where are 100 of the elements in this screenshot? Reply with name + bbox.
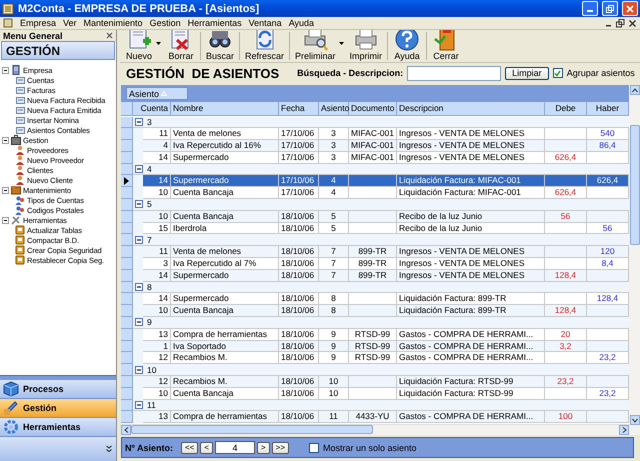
toolbar-button[interactable]: Refrescar — [242, 30, 288, 62]
table-row[interactable]: 10 Cuenta Bancaja 17/10/06 4 Liquidación Factura: MIFAC-001 626,4 — [143, 187, 629, 200]
group-row[interactable]: 10 — [133, 364, 629, 376]
menu-item[interactable]: Empresa — [20, 18, 56, 28]
minimize-button[interactable] — [582, 1, 598, 16]
close-button[interactable] — [622, 1, 638, 16]
toolbar-button[interactable]: Borrar — [164, 30, 198, 62]
table-row[interactable]: 3 Iva Repercutido al 7% 18/10/06 7 899-TR Ingresos - VENTA DE MELONES 8,4 — [143, 258, 629, 270]
table-row[interactable]: 11 Venta de melones 17/10/06 3 MIFAC-001 Ingresos - VENTA DE MELONES 540 — [143, 128, 629, 140]
collapse-toggle[interactable] — [135, 200, 143, 208]
nav-button[interactable]: Herramientas — [0, 418, 116, 437]
group-row[interactable]: 9 — [133, 317, 629, 329]
group-indent — [133, 411, 143, 424]
scroll-up-icon[interactable] — [630, 85, 640, 95]
collapse-toggle[interactable] — [135, 366, 143, 374]
nav-button[interactable]: Gestión — [0, 399, 116, 418]
table-cell: 11 — [319, 411, 349, 424]
checkbox[interactable] — [552, 68, 563, 78]
group-row[interactable]: 5 — [133, 199, 629, 211]
table-row[interactable]: 10 Cuenta Bancaja 18/10/06 8 Liquidación Factura: 899-TR 128,4 — [143, 305, 629, 318]
table-row[interactable]: 14 Supermercado 17/10/06 4 Liquidación Factura: MIFAC-001 626,4 — [143, 175, 629, 188]
search-field[interactable] — [407, 66, 502, 80]
column-header[interactable]: Cuenta — [133, 102, 171, 116]
nav-button[interactable]: << — [180, 442, 198, 454]
nav-button[interactable]: >> — [272, 442, 289, 454]
nav-button[interactable]: Procesos — [0, 380, 116, 399]
collapse-toggle[interactable] — [135, 118, 143, 126]
field-label: Nº Asiento: — [125, 442, 173, 452]
table-cell: 4433-YU — [349, 411, 397, 424]
collapse-toggle[interactable] — [135, 165, 143, 174]
menu-item[interactable]: Gestion — [150, 18, 181, 28]
menu-item[interactable]: Ayuda — [288, 18, 314, 28]
menu-item[interactable]: Ver — [63, 18, 77, 28]
toolbar-button[interactable]: Ayuda — [390, 30, 424, 62]
group-indent — [133, 328, 143, 341]
nav-button[interactable]: > — [256, 442, 270, 454]
checkbox[interactable] — [308, 442, 319, 452]
column-header[interactable]: Debe — [545, 102, 587, 116]
collapse-toggle[interactable] — [2, 186, 9, 194]
dropdown-arrow-icon[interactable] — [338, 42, 347, 45]
collapse-toggle[interactable] — [2, 216, 9, 224]
restore-button[interactable] — [602, 1, 618, 16]
close-icon[interactable] — [106, 32, 113, 39]
table-row[interactable]: 10 Cuenta Bancaja 18/10/06 10 Liquidación Factura: RTSD-99 23,2 — [143, 388, 629, 400]
menu-item[interactable]: Herramientas — [188, 18, 242, 28]
table-row[interactable]: 1 Iva Soportado 18/10/06 9 RTSD-99 Gastos - COMPRA DE HERRAMI... 3,2 — [143, 340, 629, 352]
menu-item[interactable]: Ventana — [248, 18, 282, 28]
toolbar-button[interactable]: Buscar — [203, 30, 238, 62]
group-row[interactable]: 8 — [133, 282, 629, 294]
collapse-toggle[interactable] — [2, 66, 9, 74]
scrollbar-thumb[interactable] — [630, 125, 640, 245]
scroll-down-icon[interactable] — [630, 415, 640, 425]
checkbox-label: Agrupar asientos — [566, 68, 635, 78]
table-row[interactable]: 13 Compra de herramientas 18/10/06 11 4433-YU Gastos - COMPRA DE HERRAMI... 100 — [143, 411, 629, 424]
table-row[interactable]: 14 Supermercado 18/10/06 7 899-TR Ingresos - VENTA DE MELONES 128,4 — [143, 270, 629, 282]
group-row[interactable]: 7 — [133, 234, 629, 246]
clear-button[interactable]: Limpiar — [505, 66, 549, 80]
menu-item[interactable]: Mantenimiento — [84, 18, 143, 28]
close-icon[interactable] — [628, 18, 637, 28]
collapse-toggle[interactable] — [135, 236, 143, 244]
column-header[interactable]: Descripcion — [397, 102, 545, 116]
group-row[interactable]: 4 — [133, 164, 629, 176]
panel-title: Menu General — [3, 30, 63, 40]
toolbar-button[interactable]: Imprimir — [346, 30, 386, 62]
group-row[interactable]: 3 — [133, 116, 629, 128]
group-row[interactable]: 11 — [133, 400, 629, 412]
record-number-field[interactable]: 4 — [214, 441, 255, 454]
column-header[interactable]: Fecha — [279, 102, 319, 116]
column-header[interactable]: Documento — [349, 102, 397, 116]
table-row[interactable]: 14 Supermercado 17/10/06 3 MIFAC-001 Ingresos - VENTA DE MELONES 626,4 — [143, 152, 629, 164]
dropdown-arrow-icon[interactable] — [156, 42, 164, 45]
group-by-chip[interactable]: Asiento — [126, 87, 188, 100]
collapse-toggle[interactable] — [2, 136, 9, 144]
table-row[interactable]: 11 Venta de melones 18/10/06 7 899-TR Ingresos - VENTA DE MELONES 120 — [143, 246, 629, 258]
chevron-icon[interactable] — [106, 445, 112, 453]
scrollbar-thumb[interactable] — [131, 425, 373, 434]
toolbar-button[interactable]: Nuevo — [122, 30, 156, 62]
table-row[interactable]: 13 Compra de herramientas 18/10/06 9 RTSD-99 Gastos - COMPRA DE HERRAMI... 20 — [143, 328, 629, 341]
row-selector[interactable] — [121, 175, 133, 188]
table-row[interactable]: 14 Supermercado 18/10/06 8 Liquidación Factura: 899-TR 128,4 — [143, 293, 629, 306]
table-row[interactable]: 4 Iva Repercutido al 16% 17/10/06 3 MIFAC-001 Ingresos - VENTA DE MELONES 86,4 — [143, 140, 629, 152]
table-row[interactable]: 15 Iberdrola 18/10/06 5 Recibo de la luz Junio 56 — [143, 222, 629, 234]
collapse-toggle[interactable] — [135, 318, 143, 326]
table-row[interactable]: 10 Cuenta Bancaja 18/10/06 5 Recibo de la luz Junio 56 — [143, 210, 629, 223]
table-row[interactable]: 12 Recambios M. 18/10/06 10 Liquidación Factura: RTSD-99 23,2 — [143, 376, 629, 388]
section-header: GESTIÓN — [1, 41, 115, 60]
person-icon — [15, 175, 25, 185]
toolbar-button[interactable]: Preliminar — [292, 30, 339, 62]
column-header[interactable]: Nombre — [171, 102, 279, 116]
pencil-icon — [3, 400, 19, 416]
nav-button[interactable]: < — [200, 442, 213, 454]
scroll-right-icon[interactable] — [619, 424, 629, 435]
toolbar-button[interactable]: Cerrar — [429, 30, 464, 62]
scroll-left-icon[interactable] — [121, 424, 131, 435]
column-header[interactable]: Asiento — [319, 102, 349, 116]
person-icon — [15, 165, 25, 175]
table-row[interactable]: 12 Recambios M. 18/10/06 9 RTSD-99 Gastos - COMPRA DE HERRAMI... 23,2 — [143, 352, 629, 364]
collapse-toggle[interactable] — [135, 401, 143, 410]
collapse-toggle[interactable] — [135, 283, 143, 292]
people-icon — [15, 205, 25, 215]
